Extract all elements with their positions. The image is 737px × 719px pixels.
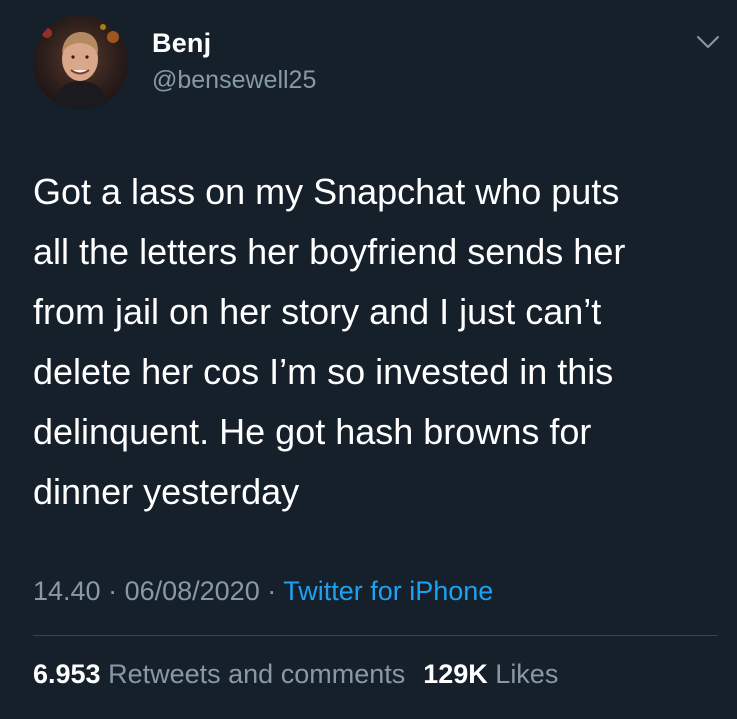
meta-separator: · — [259, 576, 284, 606]
tweet-stats: 6.953 Retweets and comments 129K Likes — [33, 659, 576, 690]
tweet-date: 06/08/2020 — [124, 576, 260, 606]
avatar[interactable] — [33, 15, 128, 110]
tweet-card: Benj @bensewell25 Got a lass on my Snapc… — [0, 0, 737, 719]
chevron-down-icon[interactable] — [696, 34, 720, 50]
retweets-stat[interactable]: 6.953 Retweets and comments — [33, 659, 405, 689]
retweets-count: 6.953 — [33, 659, 101, 689]
author-handle[interactable]: @bensewell25 — [152, 66, 316, 95]
likes-label: Likes — [495, 659, 559, 689]
likes-count: 129K — [423, 659, 488, 689]
tweet-source-link[interactable]: Twitter for iPhone — [283, 576, 493, 606]
tweet-time: 14.40 — [33, 576, 101, 606]
divider — [33, 635, 718, 636]
retweets-label: Retweets and comments — [108, 659, 406, 689]
author-name[interactable]: Benj — [152, 28, 211, 59]
meta-separator: · — [100, 576, 125, 606]
tweet-meta: 14.40 · 06/08/2020 · Twitter for iPhone — [33, 576, 493, 607]
likes-stat[interactable]: 129K Likes — [423, 659, 558, 689]
avatar-photo — [42, 24, 119, 110]
tweet-text: Got a lass on my Snapchat who puts all t… — [33, 171, 626, 512]
